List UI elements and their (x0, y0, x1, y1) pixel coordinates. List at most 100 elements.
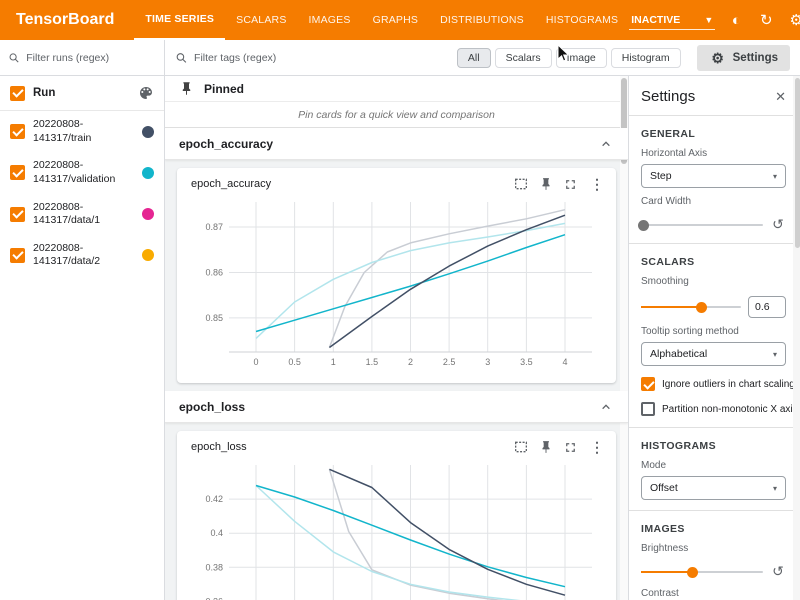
card-region: epoch_accuracy⋮00.511.522.533.540.850.86… (165, 160, 628, 391)
run-checkbox[interactable] (10, 165, 25, 180)
fit-domain-icon[interactable] (513, 176, 529, 192)
dropdown-arrow-icon: ▼ (704, 15, 713, 25)
tab-graphs[interactable]: GRAPHS (362, 0, 430, 40)
run-checkbox[interactable] (10, 248, 25, 263)
settings-sections: GENERALHorizontal AxisStep▾Card Width↺SC… (641, 128, 786, 600)
run-label: 20220808-141317/data/2 (33, 242, 134, 269)
tensorboard-app: TensorBoard TIME SERIESSCALARSIMAGESGRAP… (0, 0, 800, 600)
run-color-dot (142, 208, 154, 220)
partition-x-axis-checkbox[interactable]: Partition non-monotonic X axis? (641, 402, 786, 416)
tab-images[interactable]: IMAGES (298, 0, 362, 40)
refresh-icon[interactable]: ↻ (757, 13, 775, 28)
theme-toggle-icon[interactable]: ◐ (727, 13, 745, 28)
reload-status-select[interactable]: INACTIVE ▼ (629, 11, 715, 30)
more-options-icon[interactable]: ⋮ (588, 439, 606, 456)
smoothing-row: 0.6 (641, 296, 786, 318)
scalar-card-epoch-loss: epoch_loss ⋮ 00.511.522.533.540.360.380.40… (177, 431, 616, 600)
series-train-raw (329, 469, 565, 600)
histogram-mode-label: Mode (641, 460, 786, 471)
dropdown-arrow-icon: ▾ (773, 172, 777, 181)
brightness-slider[interactable] (641, 566, 763, 578)
card-region: epoch_loss ⋮ 00.511.522.533.540.360.380.40… (165, 423, 628, 600)
svg-text:0.85: 0.85 (205, 313, 223, 323)
run-checkbox[interactable] (10, 124, 25, 139)
gear-icon[interactable]: ⚙ (787, 13, 800, 28)
topbar-right: INACTIVE ▼ ◐ ↻ ⚙ ? (629, 11, 800, 30)
fullscreen-icon[interactable] (563, 440, 578, 455)
tag-group-header-epoch-accuracy[interactable]: epoch_accuracy (165, 128, 628, 160)
collapse-icon[interactable] (598, 136, 614, 152)
pinned-label: Pinned (204, 82, 244, 96)
run-row-20220808-141317-data-1[interactable]: 20220808-141317/data/1 (0, 194, 164, 235)
run-checkbox[interactable] (10, 207, 25, 222)
card-title: epoch_loss (191, 441, 513, 453)
tab-histograms[interactable]: HISTOGRAMS (535, 0, 629, 40)
tag-group-header-epoch-loss[interactable]: epoch_loss (165, 391, 628, 423)
more-options-icon[interactable]: ⋮ (588, 176, 606, 193)
card-header: epoch_loss ⋮ (177, 431, 616, 459)
tab-time-series[interactable]: TIME SERIES (134, 0, 225, 40)
settings-panel: Settings ✕ GENERALHorizontal AxisStep▾Ca… (628, 76, 800, 600)
pin-card-icon[interactable] (539, 177, 553, 191)
line-chart-epoch-accuracy[interactable]: 00.511.522.533.540.850.860.87 (187, 196, 606, 372)
brightness-label: Brightness (641, 543, 786, 554)
run-color-dot (142, 167, 154, 179)
tooltip-sorting-select[interactable]: Alphabetical▾ (641, 342, 786, 366)
smoothing-slider[interactable] (641, 301, 741, 313)
smoothing-label: Smoothing (641, 276, 786, 287)
filter-chip-histogram[interactable]: Histogram (611, 48, 681, 68)
fit-domain-icon[interactable] (513, 439, 529, 455)
collapse-icon[interactable] (598, 399, 614, 415)
reset-icon[interactable]: ↺ (770, 563, 786, 580)
svg-text:0.36: 0.36 (205, 596, 223, 600)
ignore-outliers-checkbox[interactable]: Ignore outliers in chart scaling (641, 377, 786, 391)
tab-distributions[interactable]: DISTRIBUTIONS (429, 0, 535, 40)
svg-text:3: 3 (485, 357, 490, 367)
runs-sidebar: Run 20220808-141317/train20220808-141317… (0, 40, 165, 600)
pin-icon (179, 81, 194, 96)
run-row-20220808-141317-data-2[interactable]: 20220808-141317/data/2 (0, 235, 164, 276)
tooltip-sorting-value: Alphabetical (650, 348, 707, 360)
search-icon (8, 51, 20, 65)
filter-tags-box (175, 51, 449, 65)
select-all-runs-checkbox[interactable] (10, 86, 25, 101)
series-train-smoothed (329, 215, 565, 347)
smoothing-value-input[interactable]: 0.6 (748, 296, 786, 318)
run-label: 20220808-141317/validation (33, 159, 134, 186)
reset-icon[interactable]: ↺ (770, 216, 786, 233)
filter-chip-all[interactable]: All (457, 48, 491, 68)
svg-text:1: 1 (331, 357, 336, 367)
pinned-section-header[interactable]: Pinned (165, 76, 628, 102)
tag-group-title: epoch_loss (179, 400, 245, 414)
fullscreen-icon[interactable] (563, 177, 578, 192)
pin-card-icon[interactable] (539, 440, 553, 454)
horizontal-axis-select[interactable]: Step▾ (641, 164, 786, 188)
svg-text:3.5: 3.5 (520, 357, 533, 367)
card-width-slider[interactable] (641, 219, 763, 231)
filter-chip-scalars[interactable]: Scalars (495, 48, 552, 68)
filter-chip-image[interactable]: Image (556, 48, 607, 68)
checkbox-icon (641, 377, 655, 391)
filter-tags-input[interactable] (194, 52, 449, 64)
chart-wrap: 00.511.522.533.540.850.860.87 (177, 196, 616, 383)
partition-x-axis-label: Partition non-monotonic X axis (662, 404, 798, 415)
line-chart-epoch-loss[interactable]: 00.511.522.533.540.360.380.40.42 (187, 459, 606, 600)
run-row-20220808-141317-validation[interactable]: 20220808-141317/validation (0, 152, 164, 193)
tag-group-title: epoch_accuracy (179, 137, 273, 151)
run-row-20220808-141317-train[interactable]: 20220808-141317/train (0, 111, 164, 152)
settings-button[interactable]: ⚙ Settings (697, 45, 790, 71)
filter-runs-input[interactable] (26, 52, 156, 64)
close-icon[interactable]: ✕ (775, 89, 786, 105)
tab-scalars[interactable]: SCALARS (225, 0, 297, 40)
palette-icon[interactable] (138, 85, 154, 101)
cards-main: Pinned Pin cards for a quick view and co… (165, 76, 628, 600)
settings-scrollbar[interactable] (793, 76, 800, 600)
settings-title-row: Settings ✕ (641, 76, 786, 115)
histogram-mode-select[interactable]: Offset▾ (641, 476, 786, 500)
svg-text:4: 4 (562, 357, 567, 367)
settings-section-histograms: HISTOGRAMS (641, 440, 786, 452)
chart-wrap: 00.511.522.533.540.360.380.40.42 (177, 459, 616, 600)
scrollbar-thumb[interactable] (795, 78, 800, 248)
svg-text:2.5: 2.5 (443, 357, 456, 367)
lower-area: Pinned Pin cards for a quick view and co… (165, 76, 800, 600)
